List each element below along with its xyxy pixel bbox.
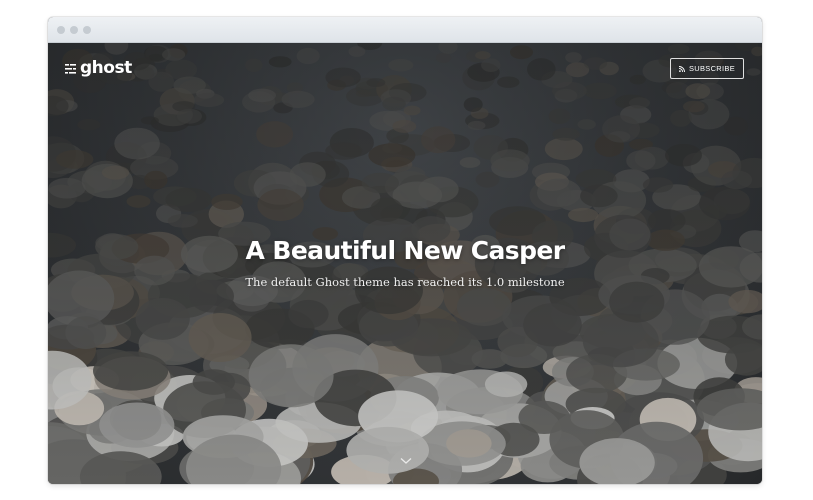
window-close-button[interactable] [57, 26, 65, 34]
hero-title: A Beautiful New Casper [245, 236, 566, 265]
ghost-lines-icon [65, 64, 76, 74]
subscribe-button[interactable]: SUBSCRIBE [669, 58, 744, 79]
hero-description: The default Ghost theme has reached its … [245, 275, 565, 289]
browser-window: ghost SUBSCRIBE A Beautiful New Casper T… [48, 17, 762, 484]
site-logo[interactable]: ghost [65, 58, 132, 78]
window-maximize-button[interactable] [83, 26, 91, 34]
window-titlebar [48, 17, 762, 43]
hero-section: ghost SUBSCRIBE A Beautiful New Casper T… [48, 43, 762, 484]
subscribe-label: SUBSCRIBE [688, 64, 735, 73]
chevron-down-icon[interactable] [400, 457, 412, 465]
rss-icon [678, 65, 685, 72]
logo-text: ghost [80, 58, 132, 78]
window-minimize-button[interactable] [70, 26, 78, 34]
